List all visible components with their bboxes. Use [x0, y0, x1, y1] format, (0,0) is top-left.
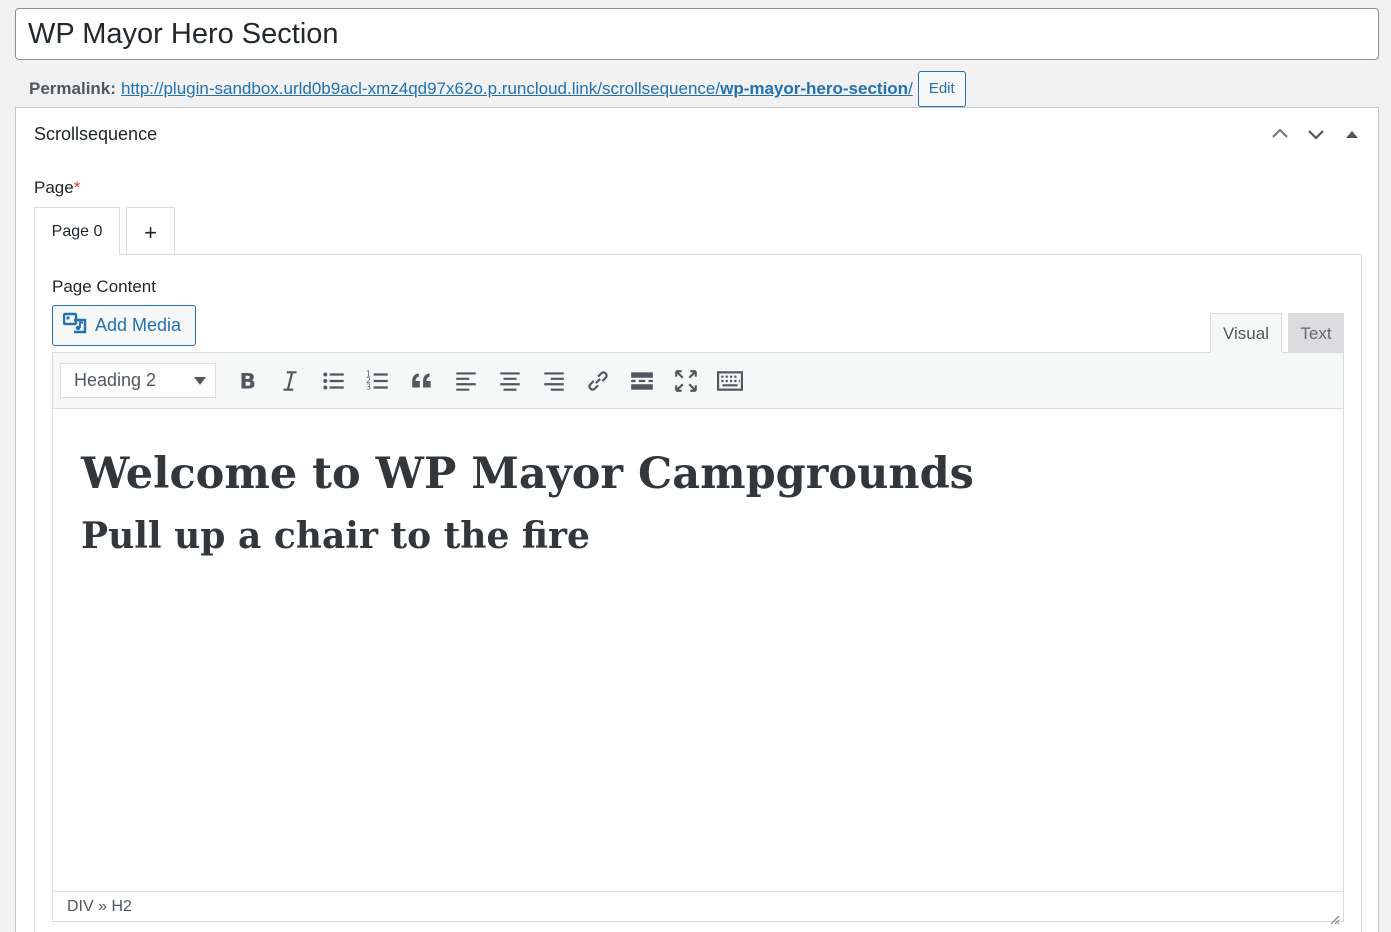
content-heading-2: Pull up a chair to the fire: [81, 515, 590, 557]
page-label-text: Page: [34, 178, 74, 197]
collapse-toggle-icon[interactable]: [1340, 122, 1364, 146]
visual-editor: Heading 2 B 123 Welcome to WP Mayor Camp…: [52, 352, 1344, 925]
align-center-icon[interactable]: [488, 359, 532, 403]
add-media-button[interactable]: Add Media: [52, 305, 196, 346]
metabox-controls: [1268, 122, 1364, 146]
edit-permalink-button[interactable]: Edit: [917, 71, 966, 107]
tab-page-0[interactable]: Page 0: [34, 207, 120, 255]
text-mode-tab[interactable]: Text: [1288, 313, 1344, 353]
content-heading-1: Welcome to WP Mayor Campgrounds: [81, 449, 974, 499]
add-page-tab-button[interactable]: +: [126, 207, 175, 255]
add-media-label: Add Media: [95, 315, 182, 335]
media-icon: [62, 312, 87, 339]
resize-handle-icon[interactable]: [1328, 906, 1340, 925]
permalink-row: Permalink: http://plugin-sandbox.urld0b9…: [29, 71, 966, 107]
editor-toolbar: Heading 2 B 123: [53, 353, 1343, 409]
fullscreen-icon[interactable]: [664, 359, 708, 403]
visual-mode-tab[interactable]: Visual: [1210, 313, 1282, 353]
move-down-icon[interactable]: [1304, 122, 1328, 146]
editor-content-area[interactable]: Welcome to WP Mayor Campgrounds Pull up …: [53, 409, 1343, 893]
required-mark: *: [73, 178, 81, 197]
permalink-slug: wp-mayor-hero-section: [720, 79, 909, 98]
blockquote-icon[interactable]: [400, 359, 444, 403]
format-select-value: Heading 2: [74, 370, 157, 390]
bold-icon[interactable]: B: [224, 359, 268, 403]
svg-text:B: B: [240, 369, 257, 393]
post-title-input[interactable]: WP Mayor Hero Section: [15, 8, 1379, 60]
page-tab-panel: Page Content Add Media Visual Text Headi…: [34, 254, 1362, 932]
read-more-icon[interactable]: [620, 359, 664, 403]
permalink-base: http://plugin-sandbox.urld0b9acl-xmz4qd9…: [120, 79, 721, 98]
permalink-trailing: /: [908, 79, 913, 98]
editor-path-statusbar: DIV » H2: [53, 891, 1343, 925]
permalink-link[interactable]: http://plugin-sandbox.urld0b9acl-xmz4qd9…: [121, 79, 913, 99]
link-icon[interactable]: [576, 359, 620, 403]
metabox-title: Scrollsequence: [34, 124, 158, 144]
italic-icon[interactable]: [268, 359, 312, 403]
format-select[interactable]: Heading 2: [60, 363, 216, 398]
move-up-icon[interactable]: [1268, 122, 1292, 146]
numbered-list-icon[interactable]: 123: [356, 359, 400, 403]
page-content-label: Page Content: [52, 277, 156, 296]
chevron-down-icon: [194, 377, 206, 385]
permalink-label: Permalink:: [29, 79, 116, 98]
page-field-label: Page*: [34, 178, 80, 198]
svg-text:3: 3: [366, 382, 371, 391]
toolbar-toggle-icon[interactable]: [708, 359, 752, 403]
align-left-icon[interactable]: [444, 359, 488, 403]
bulleted-list-icon[interactable]: [312, 359, 356, 403]
align-right-icon[interactable]: [532, 359, 576, 403]
element-path: DIV » H2: [67, 898, 132, 915]
scrollsequence-metabox: Scrollsequence Page* Page 0 + Page Conte…: [15, 107, 1379, 932]
